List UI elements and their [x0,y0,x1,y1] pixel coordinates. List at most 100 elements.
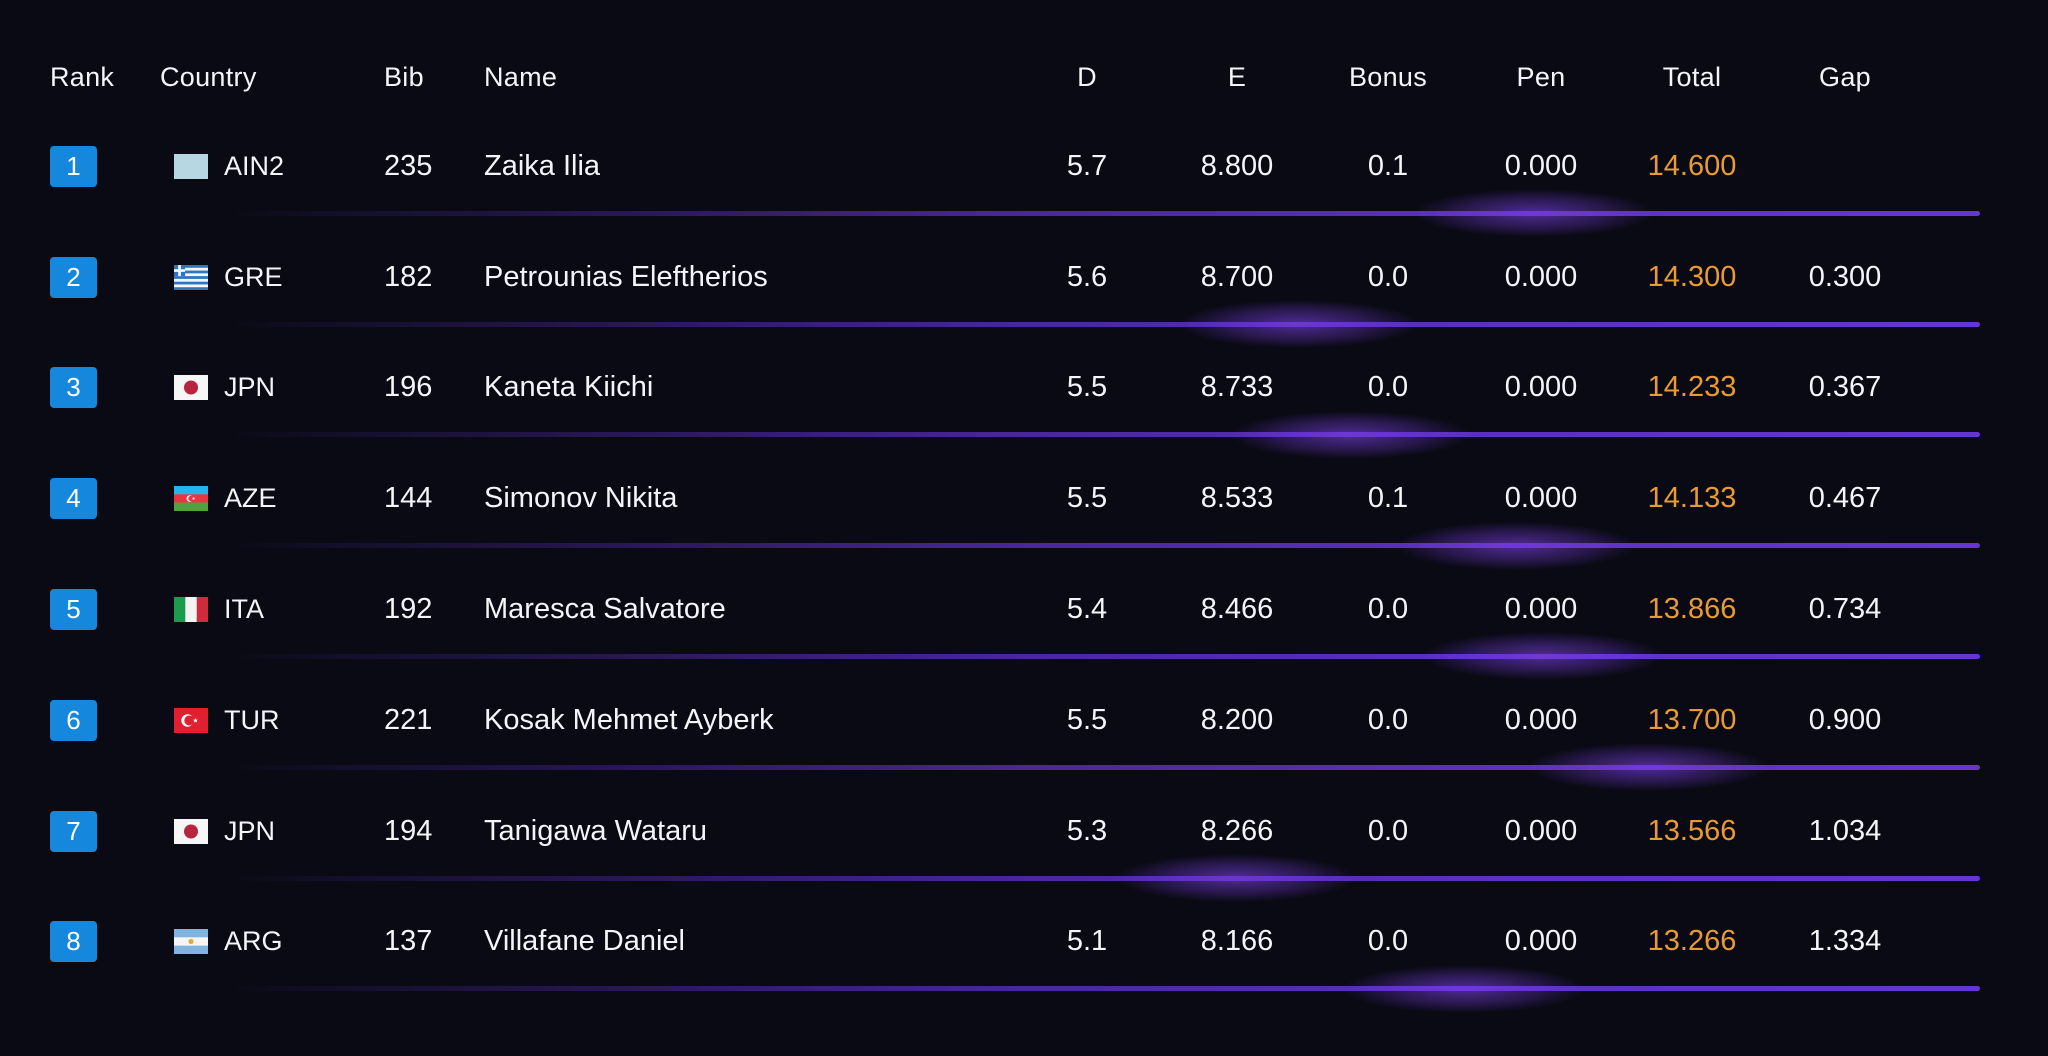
header-cell-d: D [1077,62,1097,93]
bonus-value: 0.0 [1368,371,1408,404]
rank-cell: 5 [50,589,97,630]
flag-arg-icon [174,929,208,954]
table-header: Rank Country Bib Name D E Bonus Pen Tota… [0,55,2048,99]
results-screen: Rank Country Bib Name D E Bonus Pen Tota… [0,0,2048,1056]
gap-value: 0.300 [1809,261,1882,294]
athlete-name: Kosak Mehmet Ayberk [484,704,774,737]
table-row: 6TUR221Kosak Mehmet Ayberk5.58.2000.00.0… [0,665,2048,776]
total-score: 13.700 [1648,704,1737,737]
table-row: 2GRE182Petrounias Eleftherios5.68.7000.0… [0,222,2048,333]
flag-ita-icon [174,597,208,622]
total-score: 13.566 [1648,815,1737,848]
rank-cell: 3 [50,367,97,408]
country-code: AZE [224,483,277,514]
d-score: 5.3 [1067,815,1107,848]
d-score: 5.4 [1067,593,1107,626]
country-cell: GRE [160,262,384,293]
e-score: 8.700 [1201,261,1274,294]
header-cell-country: Country [160,62,257,93]
row-divider [230,654,1980,659]
total-score: 14.133 [1648,482,1737,515]
rank-cell: 6 [50,700,97,741]
rank-cell: 7 [50,811,97,852]
table-row: 4AZE144Simonov Nikita5.58.5330.10.00014.… [0,443,2048,554]
header-cell-e: E [1228,62,1246,93]
bonus-value: 0.0 [1368,925,1408,958]
total-score: 14.600 [1648,150,1737,183]
athlete-name: Zaika Ilia [484,150,600,183]
rank-cell: 8 [50,921,97,962]
e-score: 8.166 [1201,925,1274,958]
bonus-value: 0.1 [1368,150,1408,183]
e-score: 8.733 [1201,371,1274,404]
pen-value: 0.000 [1505,261,1578,294]
rank-cell: 1 [50,146,97,187]
d-score: 5.1 [1067,925,1107,958]
country-cell: ITA [160,594,384,625]
country-cell: AZE [160,483,384,514]
gap-value: 0.734 [1809,593,1882,626]
bib-value: 235 [384,150,432,183]
rank-badge: 8 [50,921,97,962]
bib-value: 196 [384,371,432,404]
header-cell-gap: Gap [1819,62,1871,93]
country-cell: ARG [160,926,384,957]
bib-value: 182 [384,261,432,294]
bonus-value: 0.0 [1368,593,1408,626]
total-score: 14.300 [1648,261,1737,294]
pen-value: 0.000 [1505,815,1578,848]
bonus-value: 0.0 [1368,704,1408,737]
rank-badge: 2 [50,257,97,298]
country-code: AIN2 [224,151,284,182]
table-row: 8ARG137Villafane Daniel5.18.1660.00.0001… [0,887,2048,998]
d-score: 5.5 [1067,371,1107,404]
table-row: 5 ITA 192 Maresca Salvatore 5.4 8.466 0.0 0.000… [0,554,2048,665]
rank-badge: 6 [50,700,97,741]
row-divider [230,876,1980,881]
country-code: ITA [224,594,264,625]
athlete-name: Petrounias Eleftherios [484,261,768,294]
rank-badge: 1 [50,146,97,187]
row-divider [230,543,1980,548]
country-code: TUR [224,705,280,736]
pen-value: 0.000 [1505,371,1578,404]
country-cell: JPN [160,816,384,847]
bib-value: 221 [384,704,432,737]
row-divider [230,432,1980,437]
country-cell: JPN [160,372,384,403]
d-score: 5.5 [1067,704,1107,737]
country-code: GRE [224,262,283,293]
header-cell-total: Total [1663,62,1722,93]
country-code: JPN [224,816,275,847]
athlete-name: Kaneta Kiichi [484,371,653,404]
athlete-name: Maresca Salvatore [484,593,726,626]
pen-value: 0.000 [1505,482,1578,515]
gap-value: 0.900 [1809,704,1882,737]
bib-value: 194 [384,815,432,848]
rank-badge: 3 [50,367,97,408]
flag-aze-icon [174,486,208,511]
header-cell-pen: Pen [1517,62,1566,93]
pen-value: 0.000 [1505,593,1578,626]
e-score: 8.466 [1201,593,1274,626]
country-cell: TUR [160,705,384,736]
athlete-name: Simonov Nikita [484,482,677,515]
e-score: 8.800 [1201,150,1274,183]
d-score: 5.5 [1067,482,1107,515]
bib-value: 192 [384,593,432,626]
flag-ain2-icon [174,154,208,179]
bib-value: 137 [384,925,432,958]
row-divider [230,986,1980,991]
rank-cell: 4 [50,478,97,519]
bonus-value: 0.0 [1368,261,1408,294]
rank-cell: 2 [50,257,97,298]
e-score: 8.533 [1201,482,1274,515]
divider-glow [1304,957,1624,1021]
athlete-name: Villafane Daniel [484,925,685,958]
total-score: 13.866 [1648,593,1737,626]
table-row: 1AIN2235Zaika Ilia5.78.8000.10.00014.600 [0,111,2048,222]
table-row: 3JPN196Kaneta Kiichi5.58.7330.00.00014.2… [0,333,2048,444]
gap-value: 0.467 [1809,482,1882,515]
header-cell-bonus: Bonus [1349,62,1427,93]
row-divider [230,211,1980,216]
